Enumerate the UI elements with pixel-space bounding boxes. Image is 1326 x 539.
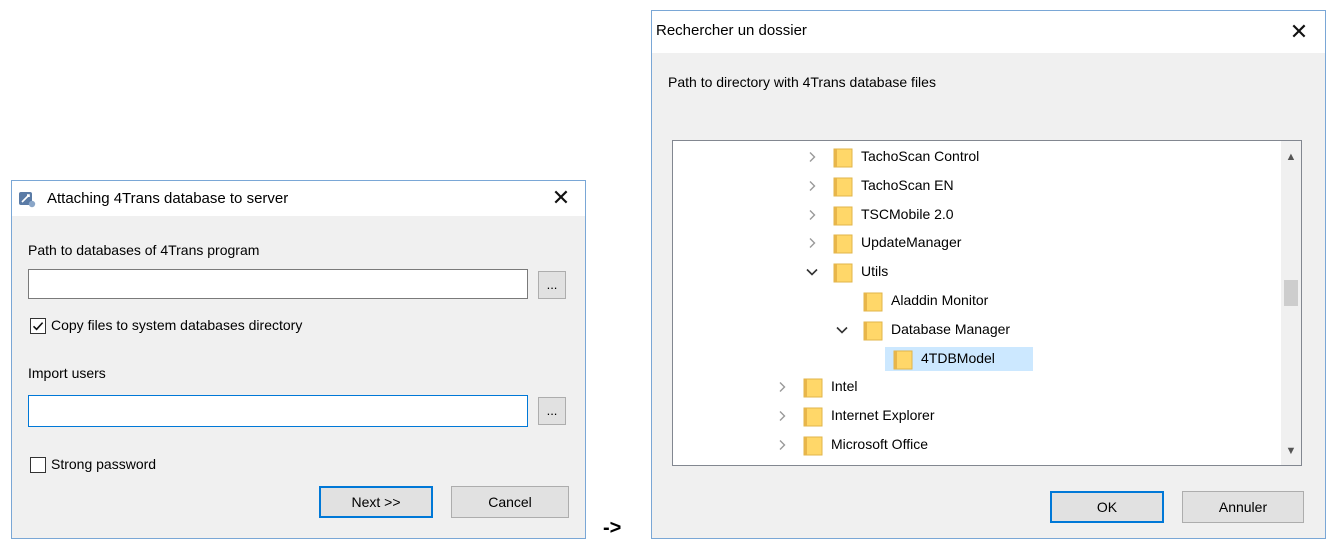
tree-item[interactable]: Database Manager: [673, 316, 1281, 344]
path-label: Path to databases of 4Trans program: [28, 242, 260, 258]
dialog-title: Rechercher un dossier: [656, 22, 807, 39]
import-users-label: Import users: [28, 365, 106, 381]
tree-item-label: TachoScan EN: [861, 176, 954, 193]
next-button[interactable]: Next >>: [319, 486, 433, 518]
chevron-right-icon[interactable]: [805, 179, 819, 193]
tree-item-label: Microsoft Office: [831, 436, 928, 452]
import-users-input[interactable]: [28, 395, 528, 427]
tree-item-label: UpdateManager: [861, 234, 962, 251]
copy-files-checkbox[interactable]: [30, 318, 46, 334]
ok-button[interactable]: OK: [1050, 491, 1164, 523]
folder-icon: [833, 176, 853, 197]
browse-path-button[interactable]: ...: [538, 271, 566, 299]
tree-item[interactable]: Utils: [673, 258, 1281, 286]
close-icon[interactable]: ✕: [1285, 19, 1313, 45]
annuler-button[interactable]: Annuler: [1182, 491, 1304, 523]
tree-item[interactable]: UpdateManager: [673, 229, 1281, 257]
tree-item[interactable]: 4TDBModel: [673, 345, 1281, 373]
chevron-right-icon[interactable]: [805, 236, 819, 250]
close-icon[interactable]: ✕: [547, 185, 575, 211]
checkmark-icon: [32, 322, 44, 331]
chevron-right-icon[interactable]: [805, 208, 819, 222]
browse-users-button[interactable]: ...: [538, 397, 566, 425]
folder-icon: [833, 233, 853, 254]
folder-icon: [833, 205, 853, 226]
chevron-right-icon[interactable]: [775, 438, 789, 452]
dialog-title: Attaching 4Trans database to server: [47, 190, 289, 207]
folder-icon: [863, 291, 883, 312]
tree-item-label: TSCMobile 2.0: [861, 205, 954, 222]
tree-item-label: TachoScan Control: [861, 148, 980, 164]
tree-item-label: Database Manager: [891, 320, 1011, 337]
folder-icon: [803, 435, 823, 456]
attach-database-dialog: Attaching 4Trans database to server ✕ Pa…: [11, 180, 586, 539]
vertical-scrollbar[interactable]: ▲ ▼: [1281, 141, 1301, 465]
database-connect-icon: [17, 189, 37, 209]
tree-item-label: Internet Explorer: [831, 407, 935, 424]
scroll-up-icon[interactable]: ▲: [1281, 147, 1301, 167]
title-bar: Rechercher un dossier ✕: [652, 11, 1325, 53]
copy-files-label[interactable]: Copy files to system databases directory: [51, 317, 302, 333]
tree-item-label: 4TDBModel: [921, 349, 995, 366]
tree-item[interactable]: Aladdin Monitor: [673, 287, 1281, 315]
scroll-down-icon[interactable]: ▼: [1281, 441, 1301, 461]
strong-password-label[interactable]: Strong password: [51, 456, 156, 472]
tree-item-label: Intel: [831, 378, 858, 395]
path-input[interactable]: [28, 269, 528, 299]
folder-icon: [833, 262, 853, 283]
description-label: Path to directory with 4Trans database f…: [668, 74, 936, 90]
tree-item[interactable]: TachoScan EN: [673, 172, 1281, 200]
folder-icon: [803, 377, 823, 398]
folder-icon: [863, 320, 883, 341]
folder-icon: [833, 147, 853, 168]
folder-icon: [803, 406, 823, 427]
chevron-down-icon[interactable]: [835, 323, 849, 337]
tree-item-label: Utils: [861, 263, 889, 280]
tree-item[interactable]: Intel: [673, 373, 1281, 401]
tree-item[interactable]: Internet Explorer: [673, 402, 1281, 430]
chevron-down-icon[interactable]: [805, 265, 819, 279]
chevron-right-icon[interactable]: [775, 409, 789, 423]
strong-password-checkbox[interactable]: [30, 457, 46, 473]
arrow-connector: ->: [603, 517, 622, 539]
folder-icon: [893, 349, 913, 370]
tree-item[interactable]: Microsoft Office: [673, 431, 1281, 459]
scroll-thumb[interactable]: [1284, 280, 1298, 306]
tree-item[interactable]: TachoScan Control: [673, 143, 1281, 171]
chevron-right-icon[interactable]: [805, 150, 819, 164]
title-bar: Attaching 4Trans database to server ✕: [12, 181, 585, 216]
chevron-right-icon[interactable]: [775, 380, 789, 394]
tree-item-label: Aladdin Monitor: [891, 292, 989, 308]
cancel-button[interactable]: Cancel: [451, 486, 569, 518]
folder-tree[interactable]: ▲ ▼ TachoScan Control TachoScan EN TSCMobi…: [672, 140, 1302, 466]
tree-item[interactable]: TSCMobile 2.0: [673, 201, 1281, 229]
